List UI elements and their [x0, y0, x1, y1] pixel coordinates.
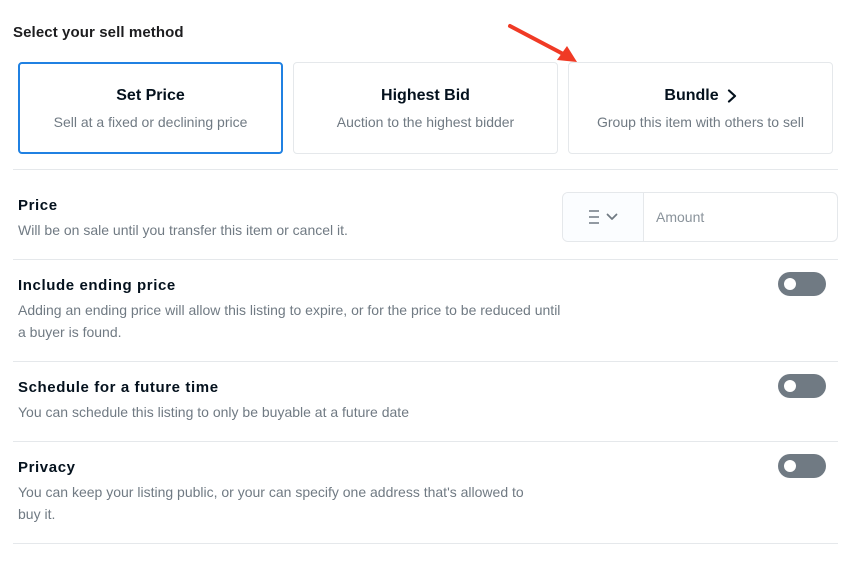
price-title: Price: [18, 197, 58, 214]
divider: [13, 169, 838, 170]
ending-price-description: Adding an ending price will allow this l…: [18, 302, 561, 340]
schedule-title: Schedule for a future time: [18, 379, 219, 396]
sell-method-subtitle: Group this item with others to sell: [597, 113, 804, 130]
sell-method-title: Highest Bid: [381, 86, 470, 104]
ethereum-icon: [589, 210, 599, 224]
schedule-description: You can schedule this listing to only be…: [18, 404, 409, 420]
sell-method-bundle[interactable]: Bundle Group this item with others to se…: [568, 62, 833, 154]
sell-method-highest-bid[interactable]: Highest Bid Auction to the highest bidde…: [293, 62, 558, 154]
amount-input[interactable]: [644, 193, 837, 241]
divider: [13, 441, 838, 442]
divider: [13, 361, 838, 362]
divider: [13, 543, 838, 544]
privacy-toggle[interactable]: [778, 454, 826, 478]
toggle-knob: [784, 460, 796, 472]
schedule-toggle[interactable]: [778, 374, 826, 398]
sell-method-title-row: Bundle: [664, 87, 736, 105]
sell-form: Select your sell method Set Price Sell a…: [0, 0, 859, 568]
chevron-down-icon: [606, 213, 618, 220]
sell-method-title: Bundle: [664, 86, 719, 104]
chevron-right-icon: [727, 88, 736, 103]
price-description: Will be on sale until you transfer this …: [18, 222, 348, 238]
sell-method-title: Set Price: [116, 86, 185, 104]
sell-method-subtitle: Auction to the highest bidder: [336, 113, 515, 130]
toggle-knob: [784, 278, 796, 290]
section-title: Select your sell method: [13, 24, 184, 41]
ending-price-title: Include ending price: [18, 277, 176, 294]
ending-price-toggle[interactable]: [778, 272, 826, 296]
divider: [13, 259, 838, 260]
sell-method-set-price[interactable]: Set Price Sell at a fixed or declining p…: [18, 62, 283, 154]
currency-selector[interactable]: [563, 193, 644, 241]
price-input-group: [562, 192, 838, 242]
privacy-title: Privacy: [18, 459, 76, 476]
toggle-knob: [784, 380, 796, 392]
sell-method-subtitle: Sell at a fixed or declining price: [53, 113, 248, 130]
privacy-description: You can keep your listing public, or you…: [18, 484, 524, 522]
